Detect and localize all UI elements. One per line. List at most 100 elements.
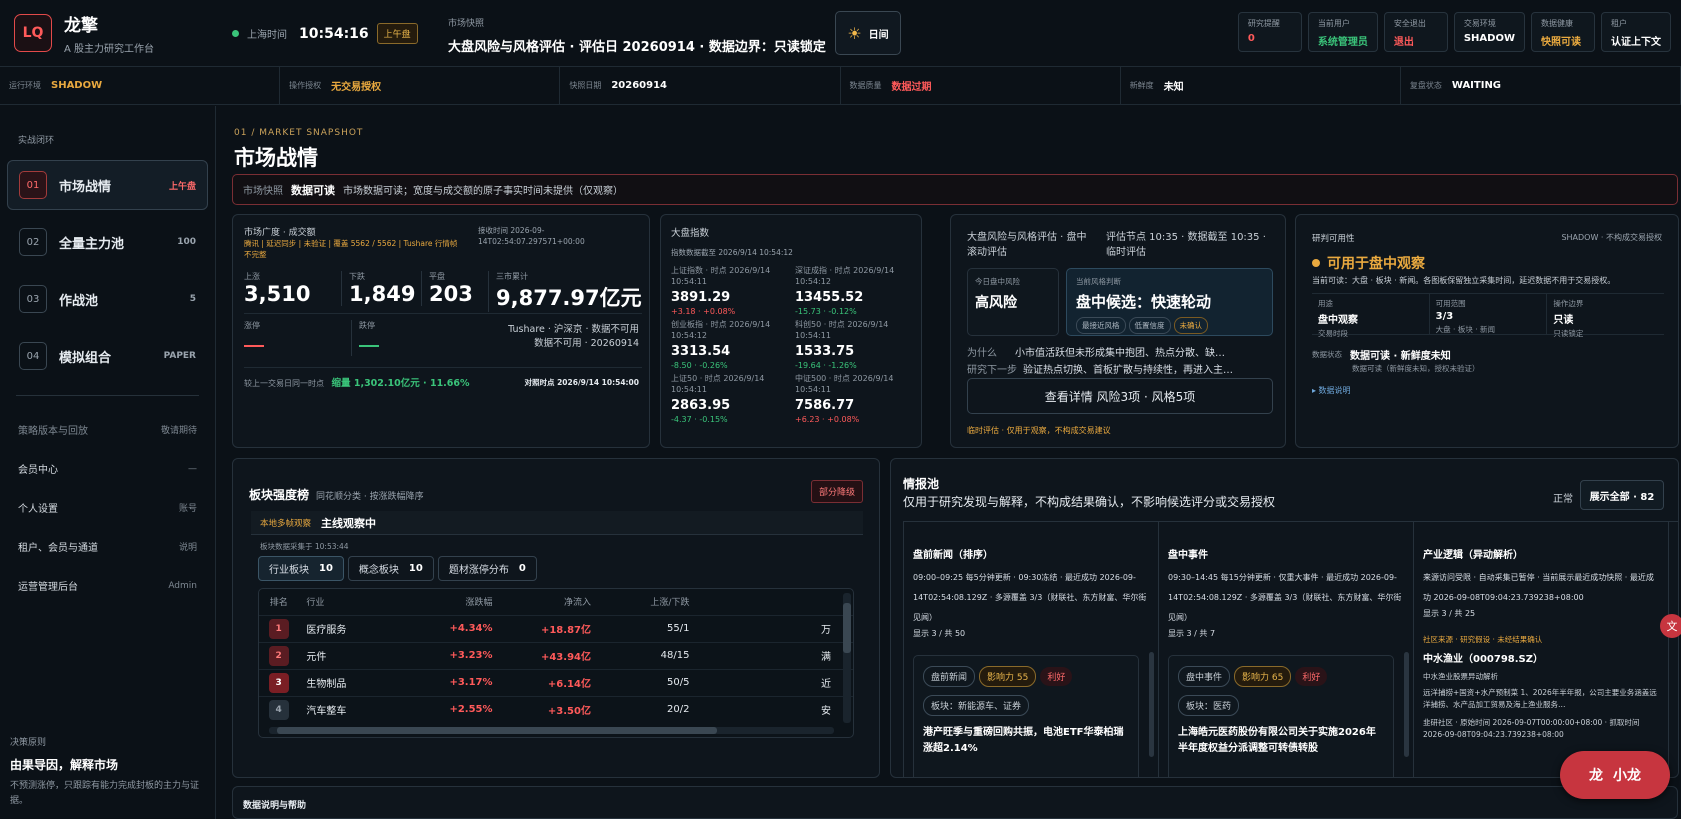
- intel-column: 盘前新闻（排序） 09:00–09:25 每5分钟更新 · 09:30冻结 · 最…: [904, 522, 1159, 777]
- header-stat-label: 安全退出: [1393, 19, 1426, 28]
- data-explanation-link[interactable]: ▸ 数据说明: [1312, 385, 1351, 396]
- intel-column: 盘中事件 09:30–14:45 每15分钟更新 · 仅重大事件 · 最近成功 2…: [1159, 522, 1414, 777]
- risk-details-button[interactable]: 查看详情 风险3项 · 风格5项: [967, 378, 1273, 414]
- sidebar-link[interactable]: 运营管理后台 Admin: [0, 566, 215, 605]
- header-stat-label: 研究提醒: [1247, 19, 1280, 28]
- index-change: +6.23 · +0.08%: [795, 415, 860, 424]
- intel-scrollbar[interactable]: [1404, 652, 1409, 757]
- rank-badge: 4: [268, 699, 289, 720]
- header-stat-label: 租户: [1611, 19, 1627, 28]
- sidebar-link-label: 策略版本与回放: [18, 426, 88, 437]
- breadth-up: 上涨 3,510: [244, 271, 310, 306]
- sector-extra: 满: [697, 641, 853, 669]
- status-value: 20260914: [611, 80, 668, 91]
- banner-label: 本地多帧观察: [260, 518, 312, 529]
- research-cell-value: 盘中观察: [1318, 315, 1358, 326]
- intel-type-tag: 盘中事件: [1178, 666, 1231, 687]
- status-cell: 运行环境 SHADOW: [0, 67, 281, 104]
- sidebar-item-badge: 5: [189, 294, 196, 304]
- show-all-button[interactable]: 展示全部 · 82: [1580, 480, 1664, 510]
- breadth-title: 市场广度 · 成交额: [244, 228, 316, 238]
- sector-tab[interactable]: 概念板块 10: [347, 556, 434, 581]
- rank-badge: 1: [268, 618, 289, 639]
- risk-level-box: 今日盘中风险 高风险: [967, 268, 1059, 336]
- sector-tab-label: 题材涨停分布: [448, 565, 509, 576]
- intel-pool-card: 情报池 仅用于研究发现与解释，不构成结果确认，不影响候选评分或交易授权 正常 展…: [890, 458, 1679, 778]
- sidebar-item-1[interactable]: 01 市场战情 上午盘: [7, 160, 208, 210]
- index-item: 中证500 · 时点 2026/9/14 10:54:11 7586.77 +6.2…: [795, 373, 913, 424]
- intel-card[interactable]: 盘中事件 影响力 65 利好 板块：医药 上海皓元医药股份有限公司关于实施2026年半年…: [1168, 655, 1394, 777]
- table-hscrollbar[interactable]: [269, 727, 834, 734]
- research-cells: 用途 盘中观察 交易时段 可用范围 3/3 大盘 · 板块 · 新闻 操作边界 只读 只读锁定: [1312, 293, 1664, 338]
- index-item: 上证50 · 时点 2026/9/14 10:54:11 2863.95 -4.37…: [671, 373, 789, 424]
- intel-card[interactable]: 盘前新闻 影响力 55 利好 板块：新能源车、证券 港产旺季与重磅回购共振，电池ETF华…: [913, 655, 1139, 777]
- sector-banner: 本地多帧观察 主线观察中: [251, 511, 863, 535]
- status-value: SHADOW: [51, 80, 103, 91]
- principle-title: 由果导因，解释市场: [10, 758, 119, 772]
- table-row[interactable]: 1 医疗服务 +4.34% +18.87亿 55/1 万: [259, 614, 853, 642]
- tushare-line2: 数据不可用 · 20260914: [534, 338, 639, 349]
- sector-table-wrap: 排名 行业 涨跌幅 净流入 上涨/下跌 1 医疗服务 +4.34% +18.87亿 55/1 万 2…: [258, 588, 854, 738]
- index-item: 科创50 · 时点 2026/9/14 10:54:11 1533.75 -19.6…: [795, 319, 913, 370]
- sidebar-link[interactable]: 个人设置 账号: [0, 488, 215, 527]
- table-vscrollbar[interactable]: [843, 593, 851, 723]
- degraded-badge: 部分降级: [810, 480, 863, 503]
- intel-scrollbar[interactable]: [1149, 652, 1154, 757]
- translate-icon[interactable]: 文: [1660, 614, 1681, 638]
- sidebar-link[interactable]: 会员中心 —: [0, 449, 215, 488]
- sidebar-link[interactable]: 租户、会员与通道 说明: [0, 527, 215, 566]
- sidebar-item-label: 全量主力池: [59, 236, 125, 252]
- sector-tab-count: 10: [408, 563, 423, 574]
- risk-footer: 临时评估 · 仅用于观察，不构成交易建议: [967, 426, 1111, 435]
- index-change: -8.50 · -0.26%: [671, 361, 728, 370]
- sidebar-link-right: 账号: [178, 504, 197, 514]
- risk-style-card: 大盘风险与风格评估 · 盘中滚动评估 评估节点 10:35 · 数据截至 10:…: [950, 214, 1286, 448]
- status-value: 未知: [1163, 82, 1184, 93]
- research-cell-sub: 只读锁定: [1553, 329, 1584, 338]
- sentiment-tag: 利好: [1040, 667, 1073, 686]
- sector-tab[interactable]: 题材涨停分布 0: [437, 556, 537, 581]
- index-change: -4.37 · -0.15%: [671, 415, 728, 424]
- data-help-section[interactable]: 数据说明与帮助: [232, 786, 1678, 819]
- research-cell: 可用范围 3/3 大盘 · 板块 · 新闻: [1430, 294, 1548, 334]
- assistant-button[interactable]: 龙 小龙: [1560, 751, 1670, 799]
- limit-down-bar: [359, 345, 379, 347]
- clock-time: 10:54:16: [299, 25, 369, 42]
- status-label: 数据质量: [849, 81, 882, 90]
- intel-col-title: 盘前新闻（排序）: [913, 550, 993, 561]
- up-count: 3,510: [244, 282, 311, 306]
- style-value: 盘中候选：快速轮动: [1076, 293, 1212, 311]
- table-row[interactable]: 2 元件 +3.23% +43.94亿 48/15 满: [259, 641, 853, 669]
- sector-tab[interactable]: 行业板块 10: [258, 556, 344, 581]
- intel-logic-card[interactable]: 社区来源 · 研究假设 · 未经结果确认 中水渔业（000798.SZ） 中水渔业股…: [1423, 634, 1659, 741]
- sidebar-item-4[interactable]: 04 模拟组合 PAPER: [7, 331, 208, 381]
- rank-cell: 4: [259, 695, 299, 723]
- index-value: 7586.77: [795, 398, 855, 413]
- style-label: 当前风格判断: [1076, 277, 1121, 286]
- status-cell: 操作授权 无交易授权: [280, 67, 561, 104]
- theme-toggle-button[interactable]: ☀ 日间: [835, 11, 901, 55]
- research-cell: 用途 盘中观察 交易时段: [1312, 294, 1430, 338]
- status-cell: 新鲜度 未知: [1121, 67, 1401, 104]
- sector-tab-label: 概念板块: [358, 565, 399, 576]
- risk-node: 评估节点 10:35 · 数据截至 10:35 · 临时评估: [1106, 232, 1266, 258]
- header-stat: 交易环境 SHADOW: [1453, 12, 1525, 52]
- index-item: 深证成指 · 时点 2026/9/14 10:54:12 13455.52 -15.…: [795, 265, 913, 316]
- header-stat-value: 系统管理员: [1317, 37, 1368, 48]
- header-stat-label: 数据健康: [1541, 19, 1573, 28]
- index-value: 3891.29: [671, 290, 731, 305]
- chip-unconfirmed: 未确认: [1173, 317, 1208, 334]
- sidebar-item-2[interactable]: 02 全量主力池 100: [7, 217, 208, 267]
- table-header: 净流入: [563, 598, 591, 609]
- table-row[interactable]: 3 生物制品 +3.17% +6.14亿 50/5 近: [259, 668, 853, 696]
- sidebar-item-3[interactable]: 03 作战池 5: [7, 274, 208, 324]
- table-row[interactable]: 4 汽车整车 +2.55% +3.50亿 20/2 安: [259, 695, 853, 723]
- sector-tab-count: 10: [319, 563, 333, 574]
- index-value: 3313.54: [671, 344, 731, 359]
- research-cell-label: 操作边界: [1553, 299, 1584, 308]
- logic-sub: 中水渔业股票异动解析: [1423, 672, 1498, 681]
- header-stat[interactable]: 安全退出 退出: [1383, 12, 1448, 52]
- sector-tag: 板块：新能源车、证券: [923, 695, 1030, 716]
- page-title: 市场战情: [234, 146, 318, 170]
- snapshot-label: 市场快照: [448, 19, 485, 29]
